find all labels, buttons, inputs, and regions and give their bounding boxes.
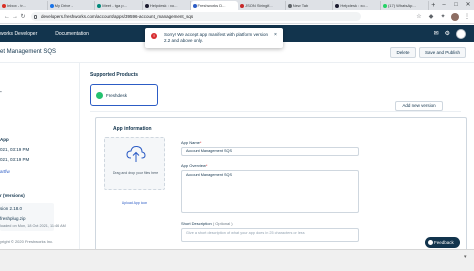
bottom-bar	[0, 249, 474, 271]
upload-instructions: Drag and drop your files here	[112, 171, 159, 175]
feedback-button[interactable]: Feedback	[425, 237, 460, 248]
error-toast: ! Sorry! We accept app manifest with pla…	[145, 28, 283, 48]
browser-tab[interactable]: New Tab	[286, 1, 334, 10]
product-name: Freshdesk	[106, 93, 128, 98]
profile-avatar[interactable]	[451, 12, 459, 21]
favicon-icon	[382, 3, 387, 8]
app-created-date: 021, 03:19 PM	[0, 147, 30, 152]
favicon-icon	[287, 3, 292, 8]
extension-icon[interactable]: ◆	[427, 13, 435, 21]
version-label: sion 2.18.0	[0, 206, 23, 211]
error-icon: !	[151, 33, 157, 39]
icon-upload-dropzone[interactable]: Drag and drop your files here	[104, 137, 165, 190]
versions-heading: r (Versions)	[0, 193, 25, 198]
panel-pin-icon: ▪	[0, 89, 2, 94]
chat-icon	[428, 240, 433, 245]
favicon-icon	[192, 3, 197, 8]
window-controls: – □ ✕	[438, 0, 474, 10]
plugin-file-name[interactable]: freshplug.zip	[0, 216, 26, 221]
save-and-publish-button[interactable]: Save and Publish	[419, 47, 466, 58]
browser-tabbar: Inbox - tr... My Drive - Meet - tga p...…	[0, 0, 474, 10]
settings-icon[interactable]: ⚙	[445, 30, 450, 37]
delete-button[interactable]: Delete	[390, 47, 416, 58]
favicon-icon	[2, 3, 6, 8]
required-marker: *	[205, 163, 208, 168]
cloud-upload-icon	[126, 145, 146, 162]
required-marker: *	[199, 140, 202, 145]
favicon-icon	[240, 3, 245, 8]
section-title: App information	[113, 126, 152, 132]
documentation-link[interactable]: Documentation	[55, 31, 89, 37]
product-card-freshdesk[interactable]: Freshdesk	[90, 84, 158, 106]
app-name-label: App Name*	[181, 140, 202, 145]
short-description-label: Short Description ( Optional )	[181, 221, 233, 226]
favicon-icon	[97, 3, 102, 8]
favicon-icon	[335, 3, 340, 8]
browser-tab[interactable]: Inbox - tr...	[0, 1, 48, 10]
user-avatar[interactable]	[456, 28, 466, 39]
notifications-icon[interactable]: ✉	[434, 30, 439, 37]
upload-app-icon-link[interactable]: Upload App icon	[104, 201, 165, 205]
browser-tab[interactable]: Helpdesk : xo...	[333, 1, 381, 10]
back-icon[interactable]: ←	[3, 14, 11, 20]
favicon-icon	[49, 3, 54, 8]
maximize-icon[interactable]: □	[450, 0, 462, 10]
forward-icon[interactable]: →	[11, 14, 19, 20]
browser-tab[interactable]: Helpdesk : xo...	[143, 1, 191, 10]
app-overview-textarea[interactable]: Account Management SQS	[181, 170, 359, 213]
toast-message: Sorry! We accept app manifest with platf…	[164, 32, 268, 43]
plugin-upload-date: loaded on Mon, 18 Oct 2021, 11:46 AM	[0, 224, 66, 228]
reload-icon[interactable]: ↻	[19, 13, 27, 20]
browser-tab[interactable]: (17) WhatsAp...	[381, 1, 429, 10]
url-field[interactable]: developers.freshworks.com/account/apps/3…	[31, 12, 361, 21]
close-icon[interactable]: ×	[274, 32, 277, 38]
new-tab-button[interactable]: +	[429, 1, 438, 10]
app-name-input[interactable]: Account Management SQS	[181, 147, 359, 156]
supported-products-label: Supported Products	[90, 72, 139, 78]
extensions-puzzle-icon[interactable]: ✦	[439, 13, 447, 21]
add-new-version-button[interactable]: Add new version	[395, 101, 443, 111]
close-window-icon[interactable]: ✕	[462, 0, 474, 10]
lock-icon	[34, 14, 37, 19]
short-description-textarea[interactable]: Give a short description of what your ap…	[181, 228, 359, 242]
browser-tab[interactable]: My Drive -	[48, 1, 96, 10]
app-updated-date: 021, 03:19 PM	[0, 157, 30, 162]
main-content: Supported Products Freshdesk Add new ver…	[81, 63, 474, 257]
brand-logo-text[interactable]: works Developer	[0, 31, 37, 37]
footer-copyright: yright © 2020 Freshworks Inc.	[0, 239, 54, 244]
divider	[90, 111, 461, 112]
app-overview-label: App Overview*	[181, 163, 208, 168]
page-title: et Management SQS	[0, 49, 57, 55]
browser-tab[interactable]: JSON Stringif...	[238, 1, 286, 10]
left-panel: ▪ App 021, 03:19 PM 021, 03:19 PM artfw …	[0, 63, 80, 249]
app-link[interactable]: artfw	[0, 169, 10, 174]
browser-address-bar: ← → ↻ developers.freshworks.com/account/…	[0, 10, 474, 24]
minimize-icon[interactable]: –	[438, 0, 450, 10]
browser-menu-icon[interactable]: ⋮	[463, 13, 471, 21]
browser-tab-active[interactable]: Freshworks D...	[190, 1, 239, 10]
freshdesk-logo-icon	[96, 92, 103, 99]
app-information-form: App information Drag and drop your files…	[95, 117, 467, 257]
scroll-down-icon[interactable]: ▾	[464, 254, 467, 260]
browser-tab[interactable]: Meet - tga p...	[95, 1, 143, 10]
favicon-icon	[144, 3, 149, 8]
star-icon[interactable]: ☆	[415, 13, 423, 21]
app-section-label: App	[0, 137, 9, 142]
